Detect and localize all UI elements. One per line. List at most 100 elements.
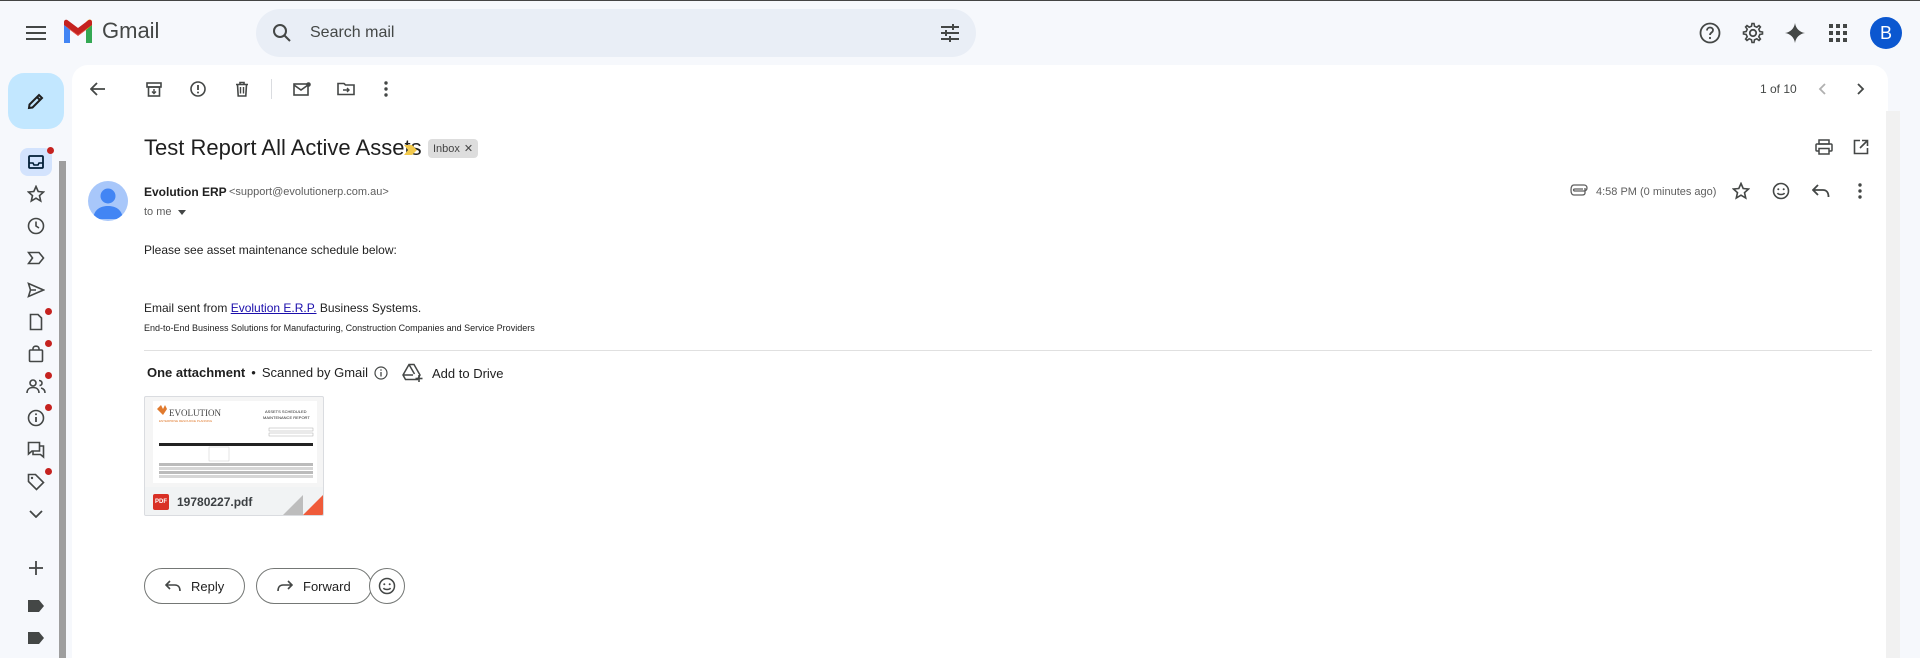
svg-text:ASSETS SCHEDULED: ASSETS SCHEDULED — [265, 409, 307, 414]
older-chevron-right-icon[interactable] — [1849, 77, 1873, 101]
unread-dot — [45, 308, 52, 315]
create-label-plus-icon[interactable] — [24, 556, 48, 580]
body-tagline: End-to-End Business Solutions for Manufa… — [144, 323, 535, 333]
search-bar[interactable] — [256, 9, 976, 57]
forward-button[interactable]: Forward — [256, 568, 372, 604]
newer-chevron-left-icon[interactable] — [1810, 77, 1834, 101]
paperclip-attachment-icon — [1570, 183, 1588, 201]
attachment-file-name: 19780227.pdf — [177, 495, 253, 509]
svg-text:MAINTENANCE REPORT: MAINTENANCE REPORT — [263, 415, 310, 420]
starred-icon[interactable] — [24, 182, 48, 206]
back-arrow-icon[interactable] — [86, 77, 110, 101]
move-to-folder-icon[interactable] — [334, 77, 358, 101]
social-people-icon[interactable] — [24, 372, 52, 398]
unread-dot — [45, 468, 52, 475]
pdf-thumbnail: EVOLUTION ENTERPRISE RESOURCE PLANNING A… — [153, 401, 317, 483]
sender-email: <support@evolutionerp.com.au> — [229, 186, 389, 198]
drive-add-icon — [402, 363, 423, 382]
purchases-bag-icon[interactable] — [24, 340, 52, 366]
signature-prefix: Email sent from — [144, 301, 231, 315]
apps-grid-icon[interactable] — [1822, 17, 1854, 49]
archive-icon[interactable] — [142, 77, 166, 101]
message-scrollbar[interactable] — [1886, 111, 1900, 658]
reply-button[interactable]: Reply — [144, 568, 246, 604]
signature-suffix: Business Systems. — [316, 301, 422, 315]
sent-icon[interactable] — [24, 278, 48, 302]
svg-text:ENTERPRISE RESOURCE PLANNING: ENTERPRISE RESOURCE PLANNING — [159, 419, 213, 423]
importance-marker-icon[interactable] — [404, 142, 417, 160]
label-chip-text: Inbox — [433, 142, 460, 155]
help-icon[interactable] — [1694, 17, 1726, 49]
sender-name[interactable]: Evolution ERP — [144, 185, 227, 199]
main-menu-icon[interactable] — [20, 21, 52, 45]
svg-text:EVOLUTION: EVOLUTION — [169, 408, 221, 418]
recipient-details[interactable]: to me — [144, 206, 186, 218]
delete-trash-icon[interactable] — [230, 77, 254, 101]
search-input[interactable] — [310, 9, 870, 57]
compose-button[interactable] — [8, 73, 64, 129]
account-avatar[interactable]: B — [1870, 17, 1902, 49]
settings-gear-icon[interactable] — [1737, 17, 1769, 49]
pencil-icon — [27, 93, 44, 110]
caret-down-icon — [177, 209, 186, 215]
attachment-count: One attachment — [147, 365, 246, 380]
body-text-line: Please see asset maintenance schedule be… — [144, 243, 397, 257]
gmail-logo[interactable]: Gmail — [62, 18, 159, 44]
body-signature-line: Email sent from Evolution E.R.P. Busines… — [144, 301, 421, 315]
star-icon[interactable] — [1729, 179, 1753, 203]
forward-label: Forward — [303, 578, 351, 594]
unread-dot — [45, 372, 52, 379]
pagination-count: 1 of 10 — [1760, 82, 1797, 96]
inbox-label-chip[interactable]: Inbox ✕ — [428, 139, 479, 158]
email-subject: Test Report All Active Assets — [144, 135, 422, 160]
add-to-drive-button[interactable]: Add to Drive — [402, 363, 504, 383]
mark-unread-icon[interactable] — [290, 77, 314, 101]
unread-dot — [47, 147, 54, 154]
email-timestamp: 4:58 PM (0 minutes ago) — [1596, 186, 1717, 198]
updates-info-icon[interactable] — [24, 404, 52, 430]
add-reaction-emoji-icon[interactable] — [1769, 179, 1793, 203]
reply-icon — [165, 580, 181, 592]
unread-dot — [45, 404, 52, 411]
drafts-icon[interactable] — [24, 308, 52, 334]
label-icon[interactable] — [24, 626, 48, 650]
report-spam-icon[interactable] — [186, 77, 210, 101]
gemini-sparkle-icon[interactable] — [1779, 17, 1811, 49]
search-icon[interactable] — [270, 21, 294, 45]
page-fold-decoration — [283, 495, 303, 515]
open-new-window-icon[interactable] — [1849, 135, 1873, 159]
label-icon[interactable] — [24, 594, 48, 618]
message-more-options-icon[interactable] — [1848, 179, 1872, 203]
attachments-header: One attachment • Scanned by Gmail — [147, 365, 388, 380]
remove-label-close-icon[interactable]: ✕ — [464, 142, 473, 155]
more-chevron-down-icon[interactable] — [24, 502, 48, 526]
more-options-vertical-icon[interactable] — [374, 77, 398, 101]
sender-avatar[interactable] — [88, 181, 128, 221]
print-icon[interactable] — [1812, 135, 1836, 159]
unread-dot — [45, 340, 52, 347]
inbox-icon[interactable] — [20, 147, 54, 176]
reply-arrow-icon[interactable] — [1809, 179, 1833, 203]
evolution-erp-link[interactable]: Evolution E.R.P. — [231, 301, 317, 315]
search-options-icon[interactable] — [938, 21, 962, 45]
sidebar-scrollbar[interactable] — [59, 161, 66, 658]
app-name: Gmail — [102, 18, 160, 43]
page-corner-decoration — [303, 495, 323, 515]
attachment-divider — [144, 350, 1872, 351]
pdf-file-icon: PDF — [153, 494, 169, 510]
toolbar-divider — [271, 79, 272, 99]
recipient-text: to me — [144, 206, 172, 218]
scanned-by-gmail-text: Scanned by Gmail — [261, 365, 369, 380]
forward-icon — [277, 580, 293, 592]
promotions-tag-icon[interactable] — [24, 468, 52, 494]
pdf-attachment-card[interactable]: EVOLUTION ENTERPRISE RESOURCE PLANNING A… — [144, 396, 324, 516]
important-icon[interactable] — [24, 246, 48, 270]
add-to-drive-label: Add to Drive — [432, 365, 504, 381]
info-icon[interactable] — [374, 365, 388, 380]
emoji-reaction-button[interactable] — [369, 568, 405, 604]
gmail-m-icon — [64, 19, 92, 43]
snoozed-clock-icon[interactable] — [24, 214, 48, 238]
forums-chat-icon[interactable] — [24, 438, 48, 462]
person-icon — [93, 188, 123, 219]
attachment-separator: • — [251, 365, 256, 380]
